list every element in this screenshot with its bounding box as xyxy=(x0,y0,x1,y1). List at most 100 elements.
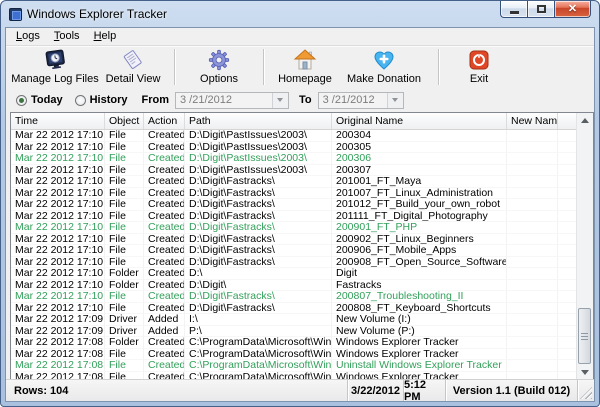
table-row[interactable]: Mar 22 2012 17:10:40 File Created D:\Dig… xyxy=(11,142,576,154)
history-radio-label[interactable]: History xyxy=(90,94,128,106)
cell-object: File xyxy=(105,211,144,223)
table-row[interactable]: Mar 22 2012 17:10:29 File Created D:\Dig… xyxy=(11,222,576,234)
cell-new-name xyxy=(507,280,558,292)
homepage-button[interactable]: Homepage xyxy=(272,47,338,87)
table-row[interactable]: Mar 22 2012 17:10:32 File Created D:\Dig… xyxy=(11,199,576,211)
cell-action: Created xyxy=(144,303,185,315)
table-row[interactable]: Mar 22 2012 17:10:40 File Created D:\Dig… xyxy=(11,130,576,142)
toolbar-button-label: Homepage xyxy=(278,73,332,85)
cell-time: Mar 22 2012 17:10:26 xyxy=(11,303,105,315)
to-date-select[interactable]: 3 /21/2012 xyxy=(318,92,404,109)
table-row[interactable]: Mar 22 2012 17:10:26 Folder Created D:\ … xyxy=(11,268,576,280)
cell-filler xyxy=(558,337,576,349)
table-row[interactable]: Mar 22 2012 17:10:40 File Created D:\Dig… xyxy=(11,165,576,177)
table-row[interactable]: Mar 22 2012 17:08:44 File Created C:\Pro… xyxy=(11,360,576,372)
from-date-dropdown[interactable] xyxy=(272,93,288,108)
cell-time: Mar 22 2012 17:08:44 xyxy=(11,360,105,372)
cell-filler xyxy=(558,199,576,211)
column-header-action[interactable]: Action xyxy=(144,113,185,129)
menu-logs[interactable]: Logs xyxy=(9,29,47,44)
cell-new-name xyxy=(507,257,558,269)
exit-button[interactable]: Exit xyxy=(451,47,507,87)
cell-action: Created xyxy=(144,245,185,257)
detail-view-button[interactable]: Detail View xyxy=(100,47,166,87)
today-radio-label[interactable]: Today xyxy=(31,94,63,106)
options-button[interactable]: Options xyxy=(183,47,255,87)
cell-time: Mar 22 2012 17:10:29 xyxy=(11,257,105,269)
table-row[interactable]: Mar 22 2012 17:10:29 File Created D:\Dig… xyxy=(11,234,576,246)
column-header-path[interactable]: Path xyxy=(185,113,332,129)
column-header-new-name[interactable]: New Name xyxy=(507,113,558,129)
cell-original-name: 201012_FT_Build_your_own_robot xyxy=(332,199,507,211)
column-header-time[interactable]: Time xyxy=(11,113,105,129)
table-row[interactable]: Mar 22 2012 17:10:29 File Created D:\Dig… xyxy=(11,257,576,269)
caption-buttons: ✕ xyxy=(500,1,591,18)
to-date-dropdown[interactable] xyxy=(387,93,403,108)
scroll-down-button[interactable] xyxy=(577,365,593,380)
scroll-up-button[interactable] xyxy=(577,113,593,128)
scrollbar-thumb[interactable] xyxy=(578,308,591,364)
table-row[interactable]: Mar 22 2012 17:10:40 File Created D:\Dig… xyxy=(11,153,576,165)
vertical-scrollbar[interactable] xyxy=(576,113,593,380)
minimize-button[interactable] xyxy=(500,1,527,18)
cell-object: File xyxy=(105,222,144,234)
table-row[interactable]: Mar 22 2012 17:08:44 Folder Created C:\P… xyxy=(11,337,576,349)
cell-filler xyxy=(558,153,576,165)
column-header-object[interactable]: Object xyxy=(105,113,144,129)
cell-object: Driver xyxy=(105,326,144,338)
cell-path: I:\ xyxy=(185,314,332,326)
table-row[interactable]: Mar 22 2012 17:10:32 File Created D:\Dig… xyxy=(11,176,576,188)
menu-tools[interactable]: Tools xyxy=(47,29,87,44)
close-button[interactable]: ✕ xyxy=(554,1,591,18)
cell-original-name: 200307 xyxy=(332,165,507,177)
filter-bar: Today History From 3 /21/2012 To 3 /21/2… xyxy=(6,88,594,112)
table-row[interactable]: Mar 22 2012 17:10:29 File Created D:\Dig… xyxy=(11,245,576,257)
log-grid: Time Object Action Path Original Name Ne… xyxy=(11,113,576,380)
cell-original-name: Uninstall Windows Explorer Tracker xyxy=(332,360,507,372)
cell-filler xyxy=(558,303,576,315)
cell-original-name: 201001_FT_Maya xyxy=(332,176,507,188)
table-row[interactable]: Mar 22 2012 17:10:26 File Created D:\Dig… xyxy=(11,303,576,315)
maximize-button[interactable] xyxy=(527,1,554,18)
cell-original-name: 200305 xyxy=(332,142,507,154)
cell-new-name xyxy=(507,153,558,165)
cell-time: Mar 22 2012 17:09:12 xyxy=(11,314,105,326)
status-grip-panel xyxy=(578,380,594,401)
cell-new-name xyxy=(507,199,558,211)
table-row[interactable]: Mar 22 2012 17:09:12 Driver Added I:\ Ne… xyxy=(11,314,576,326)
cell-object: Driver xyxy=(105,314,144,326)
resize-grip[interactable] xyxy=(580,387,592,399)
manage-log-files-button[interactable]: Manage Log Files xyxy=(10,47,100,87)
toolbar-button-label: Make Donation xyxy=(347,73,421,85)
cell-action: Created xyxy=(144,291,185,303)
make-donation-button[interactable]: Make Donation xyxy=(338,47,430,87)
cell-filler xyxy=(558,130,576,142)
status-time: 5:12 PM xyxy=(404,379,445,403)
column-header-original-name[interactable]: Original Name xyxy=(332,113,507,129)
from-date-select[interactable]: 3 /21/2012 xyxy=(175,92,289,109)
rows-count: Rows: 104 xyxy=(14,385,68,397)
cell-object: File xyxy=(105,142,144,154)
today-radio[interactable] xyxy=(16,95,27,106)
cell-new-name xyxy=(507,349,558,361)
table-row[interactable]: Mar 22 2012 17:10:32 File Created D:\Dig… xyxy=(11,188,576,200)
table-row[interactable]: Mar 22 2012 17:10:26 File Created D:\Dig… xyxy=(11,291,576,303)
cell-filler xyxy=(558,234,576,246)
to-label: To xyxy=(299,94,312,106)
cell-path: P:\ xyxy=(185,326,332,338)
cell-path: D:\ xyxy=(185,268,332,280)
table-row[interactable]: Mar 22 2012 17:10:26 Folder Created D:\D… xyxy=(11,280,576,292)
cell-object: File xyxy=(105,245,144,257)
status-version-panel: Version 1.1 (Build 012) xyxy=(446,380,578,401)
cell-original-name: 200908_FT_Open_Source_Software_New xyxy=(332,257,507,269)
menu-help[interactable]: Help xyxy=(87,29,124,44)
cell-filler xyxy=(558,211,576,223)
status-rows-panel: Rows: 104 xyxy=(6,380,348,401)
app-window: Windows Explorer Tracker ✕ Logs Tools He… xyxy=(0,0,600,407)
table-row[interactable]: Mar 22 2012 17:10:32 File Created D:\Dig… xyxy=(11,211,576,223)
table-row[interactable]: Mar 22 2012 17:08:44 File Created C:\Pro… xyxy=(11,349,576,361)
history-radio[interactable] xyxy=(75,95,86,106)
cell-time: Mar 22 2012 17:08:44 xyxy=(11,349,105,361)
cell-time: Mar 22 2012 17:09:11 xyxy=(11,326,105,338)
table-row[interactable]: Mar 22 2012 17:09:11 Driver Added P:\ Ne… xyxy=(11,326,576,338)
